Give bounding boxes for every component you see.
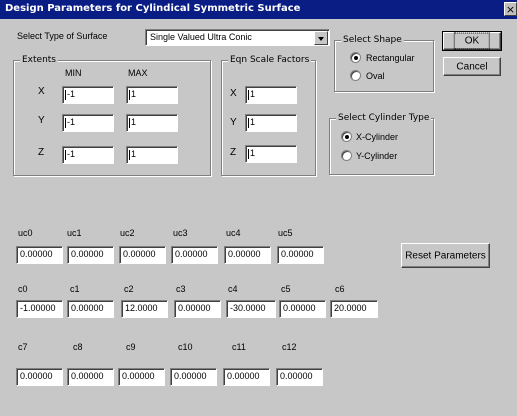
- shape-oval-label: Oval: [366, 71, 385, 81]
- c-label: c3: [176, 284, 186, 294]
- cylinder-y-radio[interactable]: [341, 150, 352, 161]
- c-field[interactable]: 0.00000: [276, 368, 323, 386]
- extents-min-header: MIN: [65, 68, 82, 78]
- c-field[interactable]: 0.00000: [118, 368, 165, 386]
- c-field[interactable]: 0.00000: [170, 368, 217, 386]
- extents-z-min-field[interactable]: -1: [62, 146, 114, 164]
- uc-field[interactable]: 0.00000: [16, 246, 63, 264]
- c-label: c7: [18, 342, 28, 352]
- ok-button[interactable]: OK: [442, 31, 502, 51]
- c-field[interactable]: 20.0000: [330, 300, 378, 318]
- c-field[interactable]: -30.0000: [226, 300, 276, 318]
- uc-label: uc2: [120, 228, 135, 238]
- uc-field[interactable]: 0.00000: [171, 246, 218, 264]
- cylinder-x-label: X-Cylinder: [356, 132, 399, 142]
- uc-field[interactable]: 0.00000: [67, 246, 114, 264]
- extents-y-label: Y: [38, 115, 45, 126]
- extents-x-label: X: [38, 86, 45, 97]
- uc-field[interactable]: 0.00000: [119, 246, 166, 264]
- c-label: c5: [281, 284, 291, 294]
- ok-button-label: OK: [453, 32, 491, 50]
- scale-x-label: X: [230, 88, 237, 99]
- reset-parameters-button[interactable]: Reset Parameters: [401, 243, 490, 268]
- c-field[interactable]: 0.00000: [67, 300, 114, 318]
- extents-z-label: Z: [38, 147, 45, 158]
- uc-field[interactable]: 0.00000: [277, 246, 324, 264]
- dialog-window: Design Parameters for Cylindical Symmetr…: [0, 0, 517, 416]
- surface-type-label: Select Type of Surface: [17, 31, 108, 41]
- c-field[interactable]: 0.00000: [174, 300, 221, 318]
- c-field[interactable]: 12.0000: [121, 300, 168, 318]
- uc-field[interactable]: 0.00000: [224, 246, 271, 264]
- shape-group: Select Shape: [334, 34, 434, 92]
- title-bar[interactable]: Design Parameters for Cylindical Symmetr…: [0, 0, 517, 19]
- c-label: c10: [178, 342, 193, 352]
- close-button[interactable]: ×: [504, 2, 517, 16]
- reset-parameters-label: Reset Parameters: [405, 250, 486, 261]
- c-label: c11: [232, 342, 246, 352]
- extents-x-max-field[interactable]: 1: [126, 86, 178, 104]
- scale-z-field[interactable]: 1: [245, 145, 297, 163]
- cylinder-x-radio[interactable]: [341, 131, 352, 142]
- c-field[interactable]: 0.00000: [223, 368, 270, 386]
- c-label: c8: [73, 342, 83, 352]
- c-label: c0: [18, 284, 28, 294]
- extents-z-max-field[interactable]: 1: [126, 146, 178, 164]
- shape-rectangular-label: Rectangular: [366, 53, 415, 63]
- scale-x-field[interactable]: 1: [245, 86, 297, 104]
- surface-type-select[interactable]: Single Valued Ultra Conic: [145, 29, 330, 46]
- c-label: c1: [70, 284, 80, 294]
- extents-y-min-field[interactable]: -1: [62, 114, 114, 132]
- c-field[interactable]: -1.00000: [16, 300, 63, 318]
- surface-type-value: Single Valued Ultra Conic: [150, 32, 252, 42]
- shape-oval-radio[interactable]: [350, 70, 361, 81]
- cancel-button[interactable]: Cancel: [443, 57, 501, 76]
- c-label: c4: [228, 284, 238, 294]
- cylinder-group: Select Cylinder Type: [329, 112, 434, 175]
- chevron-down-icon[interactable]: [314, 31, 328, 45]
- uc-label: uc5: [278, 228, 293, 238]
- shape-legend: Select Shape: [341, 34, 404, 46]
- shape-rectangular-radio[interactable]: [350, 52, 361, 63]
- cylinder-legend: Select Cylinder Type: [336, 112, 432, 124]
- c-field[interactable]: 0.00000: [67, 368, 114, 386]
- uc-label: uc3: [173, 228, 188, 238]
- uc-label: uc0: [18, 228, 33, 238]
- c-label: c2: [124, 284, 134, 294]
- cancel-button-label: Cancel: [456, 61, 488, 72]
- c-field[interactable]: 0.00000: [279, 300, 326, 318]
- uc-label: uc1: [67, 228, 82, 238]
- extents-y-max-field[interactable]: 1: [126, 114, 178, 132]
- window-title: Design Parameters for Cylindical Symmetr…: [5, 3, 301, 14]
- uc-label: uc4: [226, 228, 241, 238]
- cylinder-y-label: Y-Cylinder: [356, 151, 398, 161]
- extents-legend: Extents: [20, 54, 59, 66]
- extents-x-min-field[interactable]: -1: [62, 86, 114, 104]
- scale-y-field[interactable]: 1: [245, 114, 297, 132]
- c-field[interactable]: 0.00000: [16, 368, 63, 386]
- c-label: c6: [335, 284, 345, 294]
- c-label: c12: [282, 342, 297, 352]
- scale-factors-legend: Eqn Scale Factors: [228, 54, 312, 66]
- scale-y-label: Y: [230, 117, 237, 128]
- scale-z-label: Z: [230, 147, 237, 158]
- extents-max-header: MAX: [128, 68, 148, 78]
- c-label: c9: [126, 342, 136, 352]
